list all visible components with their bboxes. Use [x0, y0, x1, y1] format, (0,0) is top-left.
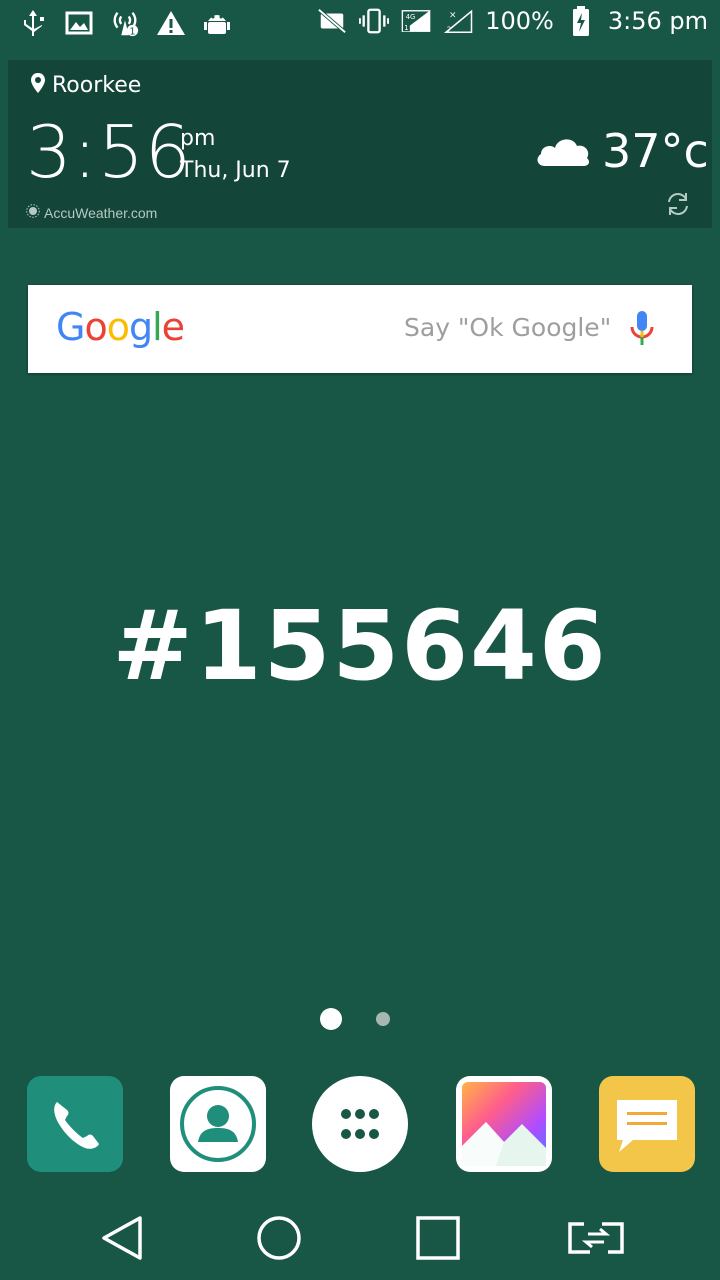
back-button[interactable]: [92, 1208, 152, 1268]
hotspot-icon: 1: [110, 8, 140, 38]
recents-icon: [416, 1216, 460, 1260]
dual-window-icon: [568, 1222, 624, 1254]
temperature-label[interactable]: 37°c: [602, 124, 709, 178]
contacts-app[interactable]: [170, 1076, 266, 1172]
battery-charging-icon: [566, 6, 596, 36]
page-indicator[interactable]: [320, 1008, 390, 1030]
back-icon: [102, 1216, 142, 1260]
home-icon: [257, 1216, 301, 1260]
svg-text:1: 1: [405, 24, 409, 32]
status-clock: 3:56 pm: [607, 7, 708, 35]
recents-button[interactable]: [408, 1208, 468, 1268]
google-logo: Google: [56, 305, 185, 349]
status-notification-icons: 1: [18, 8, 232, 38]
gallery-app[interactable]: [456, 1076, 552, 1172]
svg-text:2: 2: [447, 25, 452, 34]
phone-app[interactable]: [27, 1076, 123, 1172]
accuweather-label: AccuWeather.com: [44, 204, 158, 221]
svg-text:×: ×: [449, 10, 457, 20]
battery-percent: 100%: [485, 7, 554, 35]
messaging-app[interactable]: [599, 1076, 695, 1172]
widget-clock-time[interactable]: 3:56: [26, 110, 192, 194]
image-icon: [64, 8, 94, 38]
search-hint[interactable]: Say "Ok Google": [404, 313, 611, 342]
home-button[interactable]: [249, 1208, 309, 1268]
gallery-icon: [462, 1082, 546, 1166]
widget-date: Thu, Jun 7: [180, 158, 291, 183]
app-dock: [0, 1076, 720, 1174]
svg-text:1: 1: [130, 26, 136, 37]
phone-icon: [54, 1102, 99, 1149]
page-dot-active[interactable]: [320, 1008, 342, 1030]
weather-location[interactable]: Roorkee: [30, 72, 141, 99]
dual-window-button[interactable]: [566, 1208, 626, 1268]
google-search-bar[interactable]: Google Say "Ok Google": [28, 285, 692, 373]
navigation-bar: [0, 1192, 720, 1280]
app-drawer-button[interactable]: [312, 1076, 408, 1172]
microphone-icon[interactable]: [628, 309, 656, 354]
messaging-icon: [617, 1100, 677, 1152]
location-label: Roorkee: [52, 73, 142, 98]
location-pin-icon: [30, 72, 46, 99]
contacts-icon: [180, 1086, 256, 1162]
page-dot[interactable]: [376, 1012, 390, 1026]
widget-clock-ampm: pm: [180, 126, 216, 151]
android-debug-icon: [202, 8, 232, 38]
refresh-icon[interactable]: [664, 190, 692, 223]
accuweather-sun-icon: [26, 204, 40, 221]
warning-icon: [156, 8, 186, 38]
vibrate-icon: [359, 6, 390, 36]
status-bar[interactable]: 1 4G 1 × 2 100% 3:56 pm: [0, 0, 720, 50]
signal-sim2-icon: × 2: [443, 6, 473, 36]
app-drawer-icon: [341, 1109, 379, 1139]
weather-clock-widget[interactable]: Roorkee 3:56 pm Thu, Jun 7 AccuWeather.c…: [8, 60, 712, 228]
cloudy-icon: [533, 130, 593, 175]
accuweather-credit[interactable]: AccuWeather.com: [26, 204, 157, 221]
no-sim-icon: [317, 6, 347, 36]
usb-icon: [18, 8, 48, 38]
status-system-icons: 4G 1 × 2 100% 3:56 pm: [317, 6, 708, 36]
wallpaper-hex-text: #155646: [112, 590, 608, 702]
svg-text:4G: 4G: [406, 13, 416, 21]
signal-4g-icon: 4G 1: [401, 6, 431, 36]
